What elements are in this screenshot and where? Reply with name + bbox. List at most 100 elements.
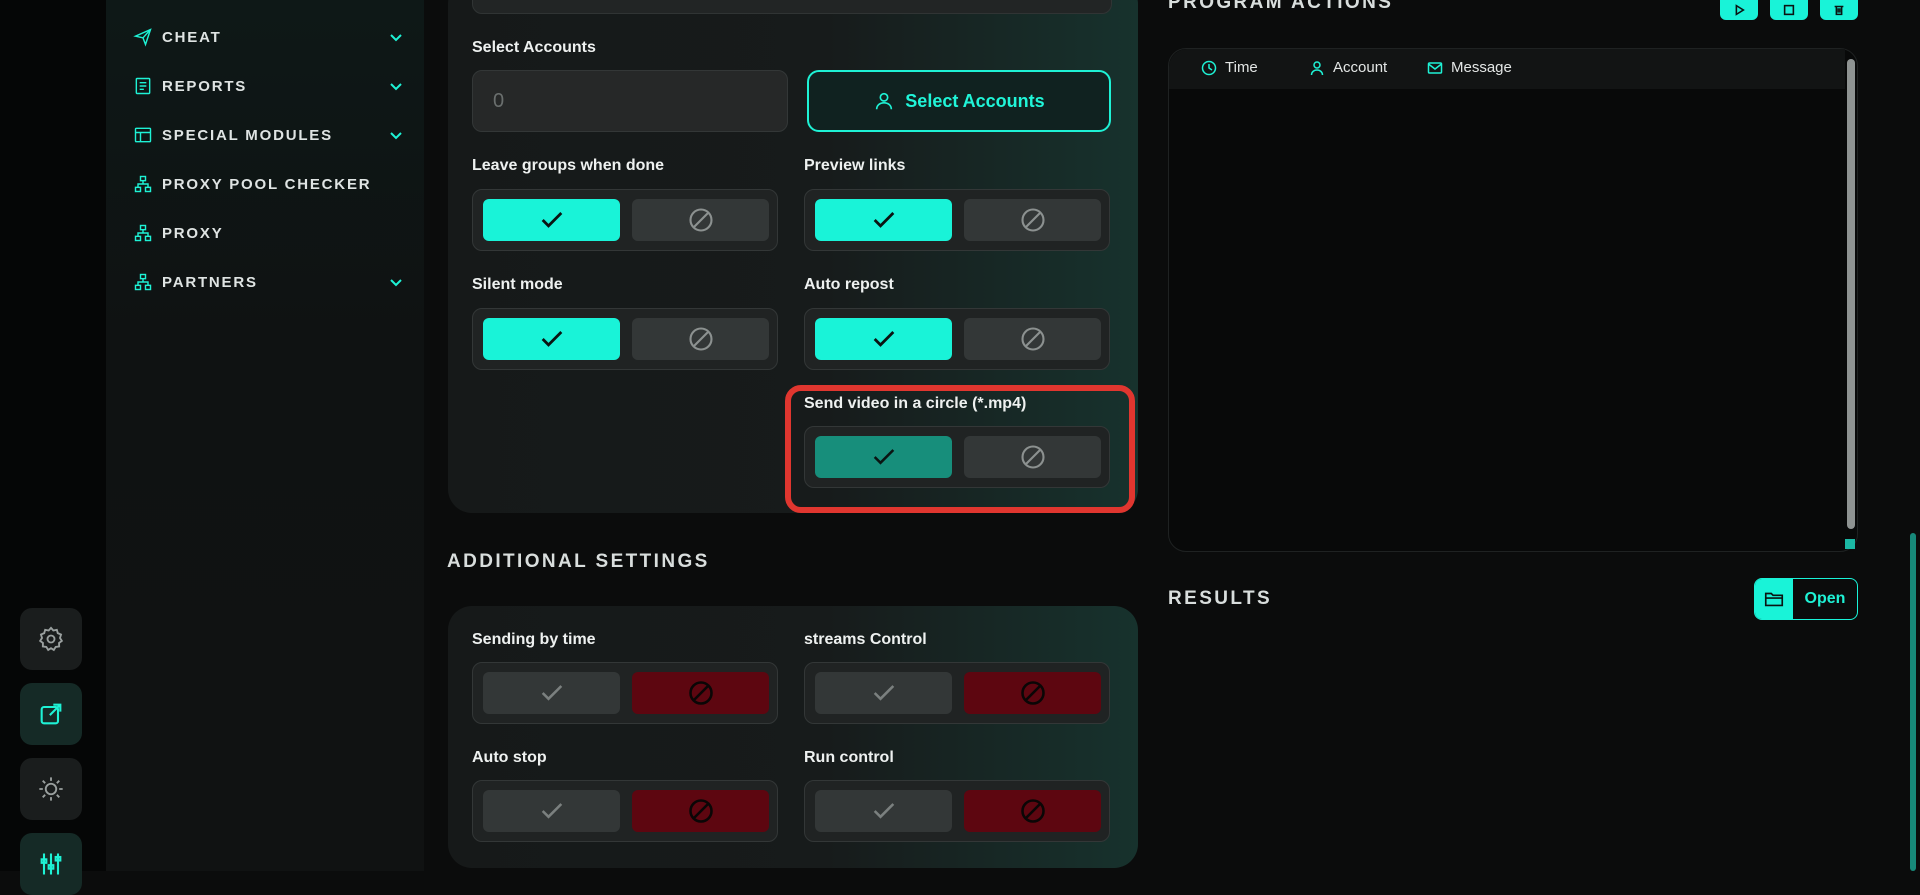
sending-by-time-no-button[interactable] <box>632 672 769 714</box>
check-icon <box>873 331 894 347</box>
auto-stop-no-button[interactable] <box>632 790 769 832</box>
sidebar-item-partners[interactable]: PARTNERS <box>132 267 404 297</box>
delete-button[interactable] <box>1820 0 1858 20</box>
block-icon <box>1020 681 1045 705</box>
stop-icon <box>1783 4 1795 16</box>
top-field[interactable] <box>472 0 1112 14</box>
leave-groups-no-button[interactable] <box>632 199 769 241</box>
page-scrollbar[interactable] <box>1910 533 1916 871</box>
run-control-label: Run control <box>804 749 894 766</box>
play-icon <box>1735 4 1745 16</box>
resize-handle[interactable] <box>1845 539 1855 549</box>
chevron-down-icon[interactable] <box>388 274 404 290</box>
log-col-message: Message <box>1427 59 1512 76</box>
sidebar: CHEAT REPORTS SPECIAL MODULES PROXY POOL… <box>106 0 424 871</box>
accounts-count-input[interactable]: 0 <box>472 70 788 132</box>
highlight-box <box>785 385 1135 513</box>
auto-repost-toggle <box>804 308 1110 370</box>
select-accounts-label: Select Accounts <box>472 39 596 56</box>
silent-mode-toggle <box>472 308 778 370</box>
icon-rail <box>0 0 106 895</box>
preview-links-toggle <box>804 189 1110 251</box>
run-control-yes-button[interactable] <box>815 790 952 832</box>
sidebar-item-special-modules[interactable]: SPECIAL MODULES <box>132 120 404 150</box>
sidebar-item-label: SPECIAL MODULES <box>162 126 333 144</box>
auto-repost-yes-button[interactable] <box>815 318 952 360</box>
external-link-button[interactable] <box>20 683 82 745</box>
theme-toggle-button[interactable] <box>20 758 82 820</box>
preview-links-label: Preview links <box>804 157 906 174</box>
check-icon <box>873 685 894 701</box>
sidebar-item-label: PROXY POOL CHECKER <box>162 175 372 193</box>
stop-button[interactable] <box>1770 0 1808 20</box>
silent-mode-yes-button[interactable] <box>483 318 620 360</box>
clock-icon <box>1201 60 1217 75</box>
block-icon <box>688 799 713 823</box>
chevron-down-icon[interactable] <box>388 29 404 45</box>
user-icon <box>1310 60 1324 75</box>
streams-control-label: streams Control <box>804 631 927 648</box>
sending-by-time-toggle <box>472 662 778 724</box>
check-icon <box>541 803 562 819</box>
block-icon <box>1020 799 1045 823</box>
check-icon <box>873 212 894 228</box>
block-icon <box>688 681 713 705</box>
select-accounts-button-label: Select Accounts <box>905 90 1045 111</box>
auto-stop-label: Auto stop <box>472 749 547 766</box>
action-log: Time Account Message <box>1168 48 1858 552</box>
network-icon <box>132 271 154 293</box>
auto-stop-toggle <box>472 780 778 842</box>
theme-icon <box>39 777 63 801</box>
send-icon <box>132 26 154 48</box>
run-control-no-button[interactable] <box>964 790 1101 832</box>
sidebar-item-proxy[interactable]: PROXY <box>132 218 404 248</box>
play-button[interactable] <box>1720 0 1758 20</box>
program-actions-title: PROGRAM ACTIONS <box>1168 0 1394 13</box>
settings-button[interactable] <box>20 608 82 670</box>
block-icon <box>688 327 713 351</box>
streams-control-no-button[interactable] <box>964 672 1101 714</box>
streams-control-toggle <box>804 662 1110 724</box>
silent-mode-label: Silent mode <box>472 276 563 293</box>
log-scrollbar[interactable] <box>1847 59 1855 529</box>
chevron-down-icon[interactable] <box>388 127 404 143</box>
log-col-message-label: Message <box>1451 59 1512 76</box>
folder-icon <box>1755 579 1793 619</box>
sliders-icon <box>40 853 62 875</box>
sidebar-item-cheat[interactable]: CHEAT <box>132 22 404 52</box>
preview-links-yes-button[interactable] <box>815 199 952 241</box>
open-button-label: Open <box>1804 590 1846 607</box>
network-icon <box>132 222 154 244</box>
sliders-button[interactable] <box>20 833 82 895</box>
leave-groups-label: Leave groups when done <box>472 157 665 174</box>
log-scrollbar-thumb[interactable] <box>1847 59 1855 529</box>
streams-control-yes-button[interactable] <box>815 672 952 714</box>
log-col-time-label: Time <box>1225 59 1258 76</box>
sidebar-item-proxy-pool-checker[interactable]: PROXY POOL CHECKER <box>132 169 404 199</box>
run-control-toggle <box>804 780 1110 842</box>
auto-repost-label: Auto repost <box>804 276 894 293</box>
block-icon <box>1020 327 1045 351</box>
auto-stop-yes-button[interactable] <box>483 790 620 832</box>
leave-groups-toggle <box>472 189 778 251</box>
leave-groups-yes-button[interactable] <box>483 199 620 241</box>
sidebar-item-reports[interactable]: REPORTS <box>132 71 404 101</box>
check-icon <box>541 212 562 228</box>
log-col-account-label: Account <box>1333 59 1388 76</box>
sidebar-item-label: PROXY <box>162 224 224 242</box>
sidebar-item-label: PARTNERS <box>162 273 258 291</box>
trash-icon <box>1834 5 1844 16</box>
select-accounts-button[interactable]: Select Accounts <box>807 70 1111 132</box>
sending-by-time-label: Sending by time <box>472 631 596 648</box>
auto-repost-no-button[interactable] <box>964 318 1101 360</box>
check-icon <box>873 803 894 819</box>
chevron-down-icon[interactable] <box>388 78 404 94</box>
module-icon <box>132 124 154 146</box>
log-col-time: Time <box>1201 59 1258 76</box>
sending-by-time-yes-button[interactable] <box>483 672 620 714</box>
log-col-account: Account <box>1309 59 1387 76</box>
sidebar-item-label: CHEAT <box>162 28 222 46</box>
preview-links-no-button[interactable] <box>964 199 1101 241</box>
open-results-button[interactable]: Open <box>1754 578 1858 620</box>
silent-mode-no-button[interactable] <box>632 318 769 360</box>
